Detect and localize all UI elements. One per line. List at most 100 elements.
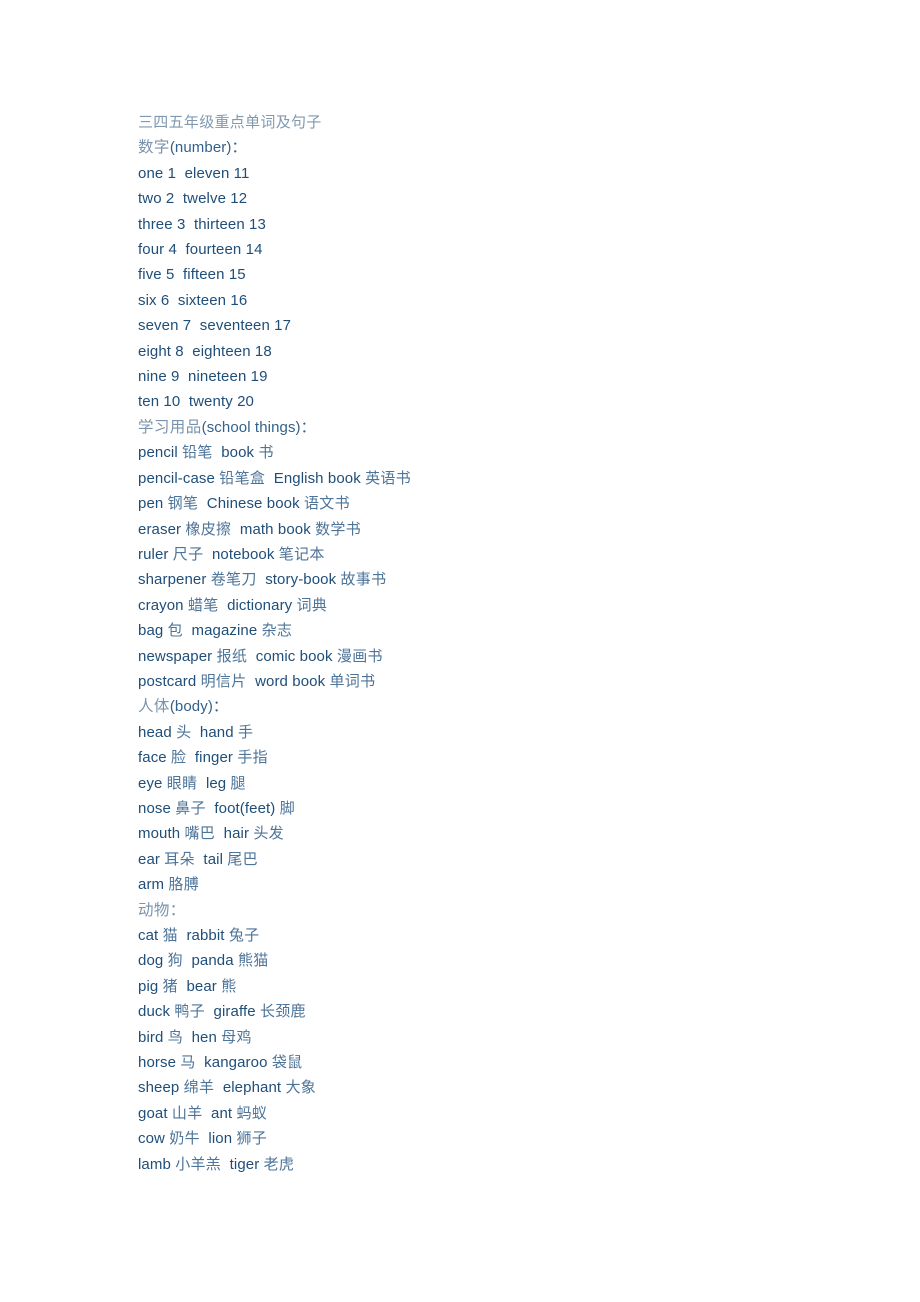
- vocab-term-en: thirteen 13: [193, 215, 266, 233]
- vocab-term-en: face: [138, 749, 167, 767]
- vocab-term-en: duck: [138, 1003, 171, 1021]
- vocab-term-en: goat: [138, 1104, 168, 1122]
- vocab-term-cn: 狗: [167, 951, 183, 970]
- vocab-line: sharpener 卷笔刀 story-book 故事书: [138, 567, 838, 592]
- vocab-term-en: dictionary: [227, 596, 293, 614]
- vocab-term-cn: 书: [258, 443, 274, 462]
- vocab-term-en: hand: [199, 723, 234, 741]
- vocab-term-cn: 铅笔盒: [219, 468, 266, 487]
- section-heading-school-things: 学习用品(school things)：: [138, 415, 838, 440]
- vocab-term-en: four 4: [138, 241, 177, 259]
- vocab-term-cn: 小羊羔: [175, 1154, 222, 1173]
- vocab-term-cn: 脚: [279, 798, 295, 817]
- vocab-line: pencil 铅笔 book 书: [138, 440, 838, 465]
- vocab-term-cn: 数学书: [315, 519, 361, 538]
- vocab-term-en: five 5: [138, 266, 175, 284]
- section-heading-cn: 人体: [138, 697, 170, 716]
- vocab-line: eye 眼睛 leg 腿: [138, 771, 838, 796]
- vocab-term-en: hen: [191, 1028, 217, 1046]
- vocab-term-cn: 英语书: [365, 468, 411, 487]
- vocab-term-cn: 袋鼠: [271, 1053, 303, 1072]
- vocab-term-cn: 尾巴: [227, 849, 258, 868]
- section-heading-cn: 学习用品: [138, 417, 202, 436]
- vocab-line: postcard 明信片 word book 单词书: [138, 669, 838, 694]
- vocab-term-cn: 马: [180, 1053, 196, 1072]
- section-heading-cn: 动物：: [138, 900, 186, 919]
- vocab-term-en: foot(feet): [214, 799, 276, 817]
- section-heading-numbers: 数字(number)：: [138, 135, 838, 160]
- vocab-term-cn: 明信片: [200, 671, 247, 690]
- vocab-line: pig 猪 bear 熊: [138, 974, 838, 999]
- vocab-term-en: leg: [205, 774, 227, 792]
- vocab-term-cn: 鸟: [167, 1027, 184, 1046]
- vocab-term-en: cat: [138, 927, 159, 944]
- vocab-term-en: twelve 12: [182, 190, 248, 208]
- vocab-line: ruler 尺子 notebook 笔记本: [138, 542, 838, 567]
- vocab-term-cn: 报纸: [216, 646, 248, 665]
- vocab-term-en: arm: [138, 876, 165, 894]
- vocab-term-en: six 6: [138, 291, 170, 309]
- vocab-term-en: ten 10: [138, 393, 181, 411]
- vocab-term-cn: 耳朵: [164, 849, 195, 868]
- vocab-term-cn: 鼻子: [175, 798, 206, 817]
- vocab-line: horse 马 kangaroo 袋鼠: [138, 1050, 838, 1075]
- vocab-term-cn: 熊: [221, 976, 237, 995]
- vocab-line: bag 包 magazine 杂志: [138, 618, 838, 643]
- document-title-text: 三四五年级重点单词及句子: [138, 113, 322, 131]
- vocab-term-en: lamb: [138, 1155, 171, 1173]
- vocab-line: eight 8 eighteen 18: [138, 339, 838, 364]
- vocab-line: five 5 fifteen 15: [138, 262, 838, 287]
- vocab-term-cn: 奶牛: [169, 1129, 200, 1148]
- vocab-term-en: pencil-case: [138, 469, 215, 487]
- section-heading-cn: 数字: [138, 138, 170, 157]
- vocab-term-en: tail: [203, 850, 223, 868]
- vocab-line: pen 钢笔 Chinese book 语文书: [138, 491, 838, 516]
- vocab-term-en: one 1: [138, 164, 177, 182]
- vocab-term-en: horse: [138, 1054, 177, 1072]
- vocab-line: head 头 hand 手: [138, 720, 838, 745]
- document-text-body: 三四五年级重点单词及句子 数字(number)： one 1 eleven 11 tw…: [138, 110, 838, 1177]
- vocab-term-cn: 语文书: [303, 494, 350, 513]
- vocab-term-en: fourteen 14: [185, 241, 263, 259]
- vocab-term-en: newspaper: [138, 647, 213, 665]
- vocab-term-cn: 胳膊: [168, 875, 200, 894]
- vocab-line: mouth 嘴巴 hair 头发: [138, 821, 838, 846]
- vocab-term-cn: 头: [176, 722, 192, 741]
- vocab-term-cn: 猪: [162, 976, 178, 995]
- vocab-term-en: mouth: [138, 825, 181, 843]
- vocab-term-en: eighteen 18: [192, 342, 272, 360]
- vocab-line: pencil-case 铅笔盒 English book 英语书: [138, 466, 838, 491]
- vocab-term-en: nineteen 19: [188, 368, 268, 386]
- vocab-term-en: lion: [208, 1130, 233, 1148]
- vocab-line: seven 7 seventeen 17: [138, 313, 838, 338]
- section-heading-body: 人体(body)：: [138, 694, 838, 719]
- vocab-term-en: hair: [223, 825, 250, 843]
- vocab-term-en: head: [138, 723, 172, 741]
- vocab-line: four 4 fourteen 14: [138, 237, 838, 262]
- vocab-term-en: seven 7: [138, 317, 192, 335]
- vocab-term-en: sheep: [138, 1079, 180, 1097]
- vocab-term-en: eraser: [138, 520, 182, 538]
- vocab-term-en: bag: [138, 622, 164, 640]
- vocab-term-en: nine 9: [138, 368, 180, 386]
- vocab-line: eraser 橡皮擦 math book 数学书: [138, 517, 838, 542]
- vocab-term-cn: 笔记本: [278, 544, 325, 563]
- vocab-term-cn: 手指: [237, 748, 268, 767]
- vocab-term-en: ear: [138, 850, 160, 868]
- vocab-term-en: twenty 20: [188, 393, 254, 411]
- vocab-term-cn: 蜡笔: [187, 595, 219, 614]
- vocab-line: two 2 twelve 12: [138, 186, 838, 211]
- vocab-term-cn: 漫画书: [336, 646, 383, 665]
- vocab-term-cn: 老虎: [263, 1154, 295, 1173]
- vocab-term-cn: 钢笔: [167, 494, 199, 513]
- vocab-term-cn: 嘴巴: [184, 824, 216, 843]
- vocab-term-cn: 大象: [285, 1078, 317, 1097]
- vocab-term-en: word book: [255, 672, 326, 690]
- vocab-term-cn: 猫: [162, 926, 178, 944]
- vocab-term-cn: 杂志: [261, 621, 293, 640]
- vocab-line: sheep 绵羊 elephant 大象: [138, 1075, 838, 1100]
- vocab-term-en: dog: [138, 952, 164, 970]
- vocab-term-cn: 手: [237, 722, 254, 741]
- vocab-term-en: pig: [138, 977, 159, 995]
- vocab-term-en: sharpener: [138, 571, 207, 589]
